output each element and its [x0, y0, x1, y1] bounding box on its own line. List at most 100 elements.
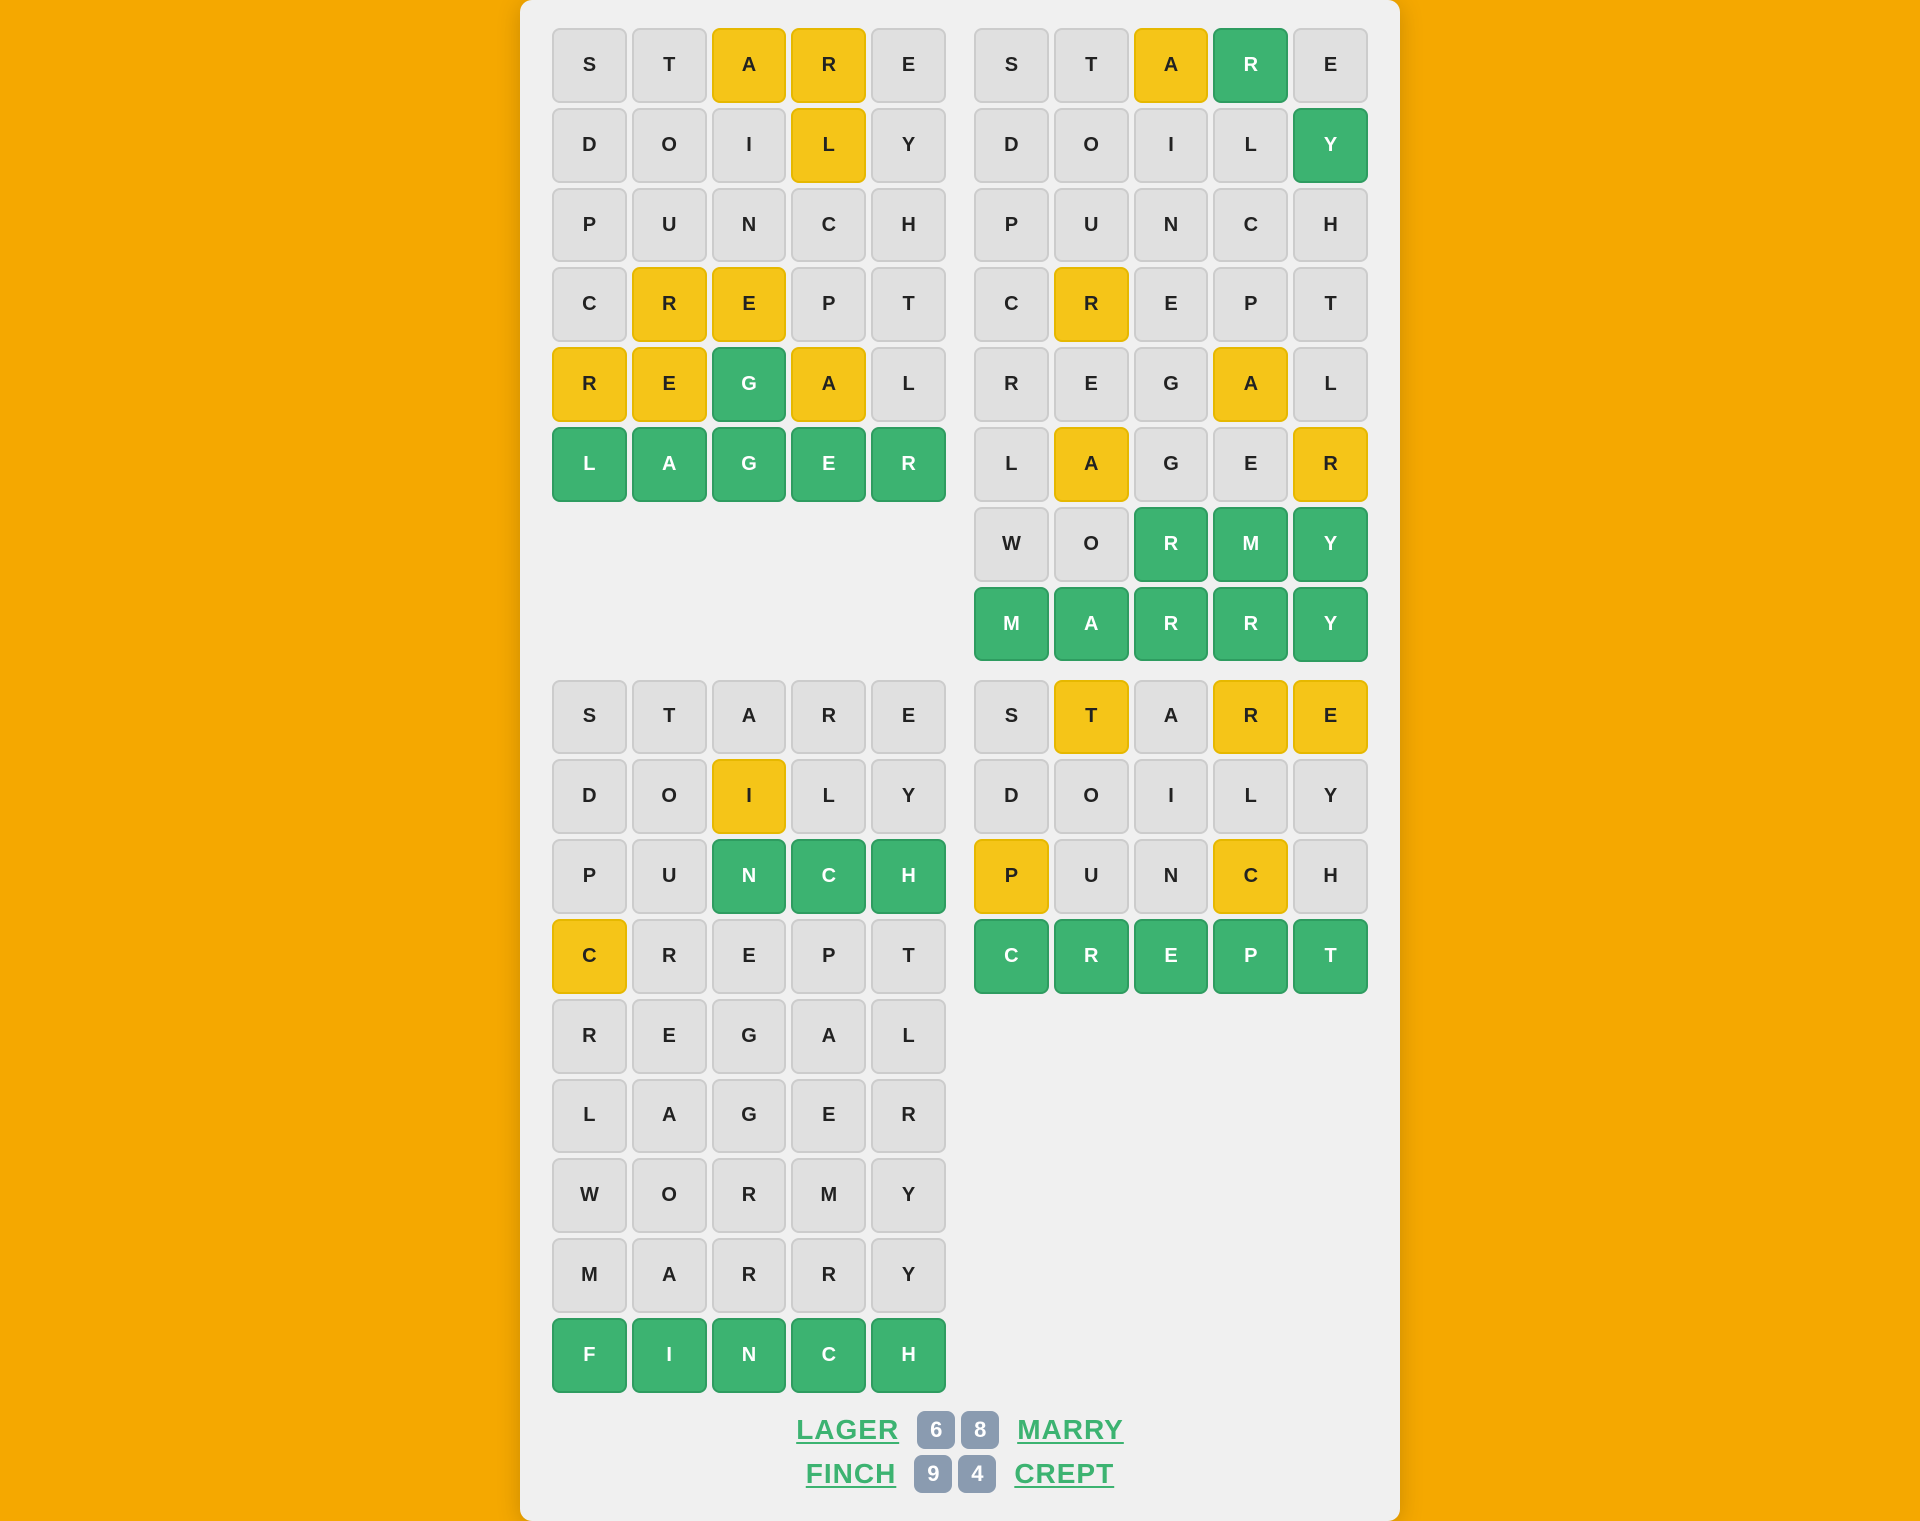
cell: A [712, 28, 787, 103]
cell: T [1054, 680, 1129, 755]
cell: A [1213, 347, 1288, 422]
cell: T [1054, 28, 1129, 103]
cell: R [552, 347, 627, 422]
cell: L [871, 347, 946, 422]
cell: M [974, 587, 1049, 662]
cell: R [1293, 427, 1368, 502]
cell: C [974, 919, 1049, 994]
cell: Y [871, 759, 946, 834]
cell: E [871, 28, 946, 103]
cell: O [1054, 108, 1129, 183]
cell: O [632, 108, 707, 183]
grid-bottom-left: STAREDOILYPUNCHCREPTREGALLAGERWORMYMARRY… [552, 680, 946, 1393]
cell: R [1134, 507, 1209, 582]
cell: P [1213, 267, 1288, 342]
cell: O [1054, 507, 1129, 582]
cell: R [791, 1238, 866, 1313]
cell: R [1054, 919, 1129, 994]
cell: L [1293, 347, 1368, 422]
cell: C [791, 188, 866, 263]
cell: U [632, 839, 707, 914]
cell: L [552, 427, 627, 502]
cell: M [1213, 507, 1288, 582]
cell: G [712, 427, 787, 502]
cell: I [712, 759, 787, 834]
cell: E [1054, 347, 1129, 422]
cell: A [1134, 28, 1209, 103]
cell: O [1054, 759, 1129, 834]
cell: R [871, 427, 946, 502]
cell: R [1213, 680, 1288, 755]
cell: E [632, 999, 707, 1074]
cell: A [632, 1079, 707, 1154]
score-row-1: LAGER 6 8 MARRY [796, 1411, 1124, 1449]
score-badges-finch: 9 4 [914, 1455, 996, 1493]
grid-top-right: STAREDOILYPUNCHCREPTREGALLAGERWORMYMARRY [974, 28, 1368, 662]
cell: L [974, 427, 1049, 502]
cell: L [791, 108, 866, 183]
cell: R [632, 919, 707, 994]
cell: E [1134, 919, 1209, 994]
cell: S [552, 680, 627, 755]
cell: T [1293, 267, 1368, 342]
word-crept: CREPT [1014, 1458, 1114, 1490]
cell: E [712, 267, 787, 342]
cell: U [1054, 188, 1129, 263]
cell: E [632, 347, 707, 422]
cell: G [1134, 427, 1209, 502]
cell: L [871, 999, 946, 1074]
cell: A [632, 427, 707, 502]
score-badge-6: 6 [917, 1411, 955, 1449]
cell: M [791, 1158, 866, 1233]
cell: U [632, 188, 707, 263]
cell: R [712, 1158, 787, 1233]
cell: C [974, 267, 1049, 342]
cell: A [1054, 587, 1129, 662]
cell: N [1134, 188, 1209, 263]
cell: E [791, 427, 866, 502]
cell: N [712, 188, 787, 263]
cell: D [552, 108, 627, 183]
cell: C [552, 919, 627, 994]
cell: H [1293, 188, 1368, 263]
cell: L [791, 759, 866, 834]
cell: S [552, 28, 627, 103]
word-marry: MARRY [1017, 1414, 1124, 1446]
cell: M [552, 1238, 627, 1313]
cell: L [1213, 759, 1288, 834]
cell: L [1213, 108, 1288, 183]
cell: R [871, 1079, 946, 1154]
cell: E [871, 680, 946, 755]
cell: I [1134, 108, 1209, 183]
grid-bottom-right: STAREDOILYPUNCHCREPT [974, 680, 1368, 1393]
cell: E [1213, 427, 1288, 502]
cell: I [1134, 759, 1209, 834]
cell: Y [1293, 108, 1368, 183]
cell: A [791, 999, 866, 1074]
cell: S [974, 28, 1049, 103]
cell: A [1054, 427, 1129, 502]
cell: R [974, 347, 1049, 422]
cell: E [1134, 267, 1209, 342]
cell: Y [871, 1238, 946, 1313]
cell: D [974, 759, 1049, 834]
cell: R [552, 999, 627, 1074]
cell: I [632, 1318, 707, 1393]
grid-top-left: STAREDOILYPUNCHCREPTREGALLAGER [552, 28, 946, 662]
cell: Y [1293, 759, 1368, 834]
cell: R [1134, 587, 1209, 662]
score-badge-9: 9 [914, 1455, 952, 1493]
cell: P [552, 839, 627, 914]
cell: G [712, 347, 787, 422]
cell: F [552, 1318, 627, 1393]
cell: C [1213, 188, 1288, 263]
score-badge-4: 4 [958, 1455, 996, 1493]
cell: N [712, 1318, 787, 1393]
cell: P [791, 267, 866, 342]
cell: C [791, 839, 866, 914]
main-card: STAREDOILYPUNCHCREPTREGALLAGER STAREDOIL… [520, 0, 1400, 1521]
cell: G [712, 999, 787, 1074]
cell: R [632, 267, 707, 342]
cell: A [791, 347, 866, 422]
cell: R [791, 680, 866, 755]
